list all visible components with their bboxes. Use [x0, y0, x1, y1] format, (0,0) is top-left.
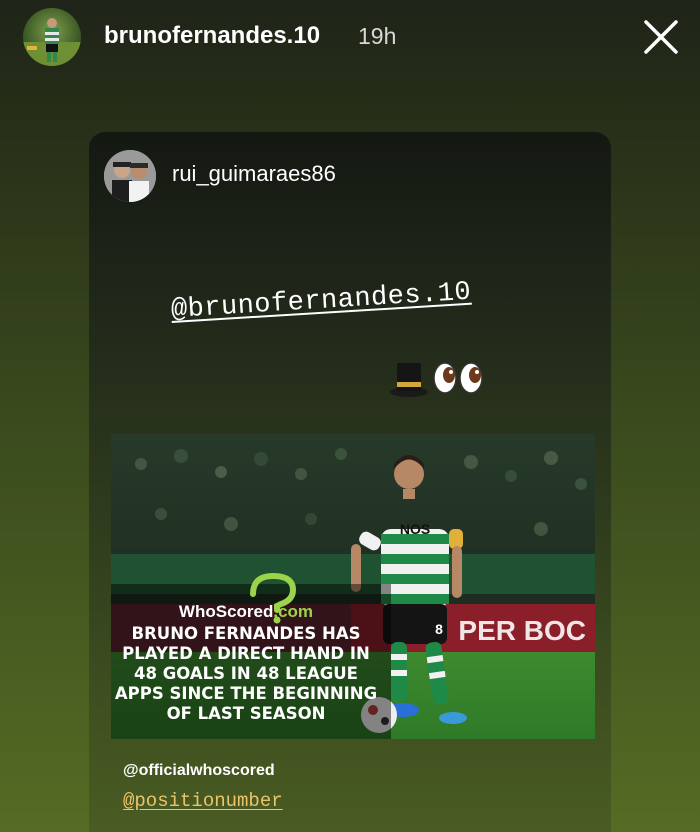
- top-hat-emoji: [390, 363, 428, 397]
- eyes-emoji: [433, 362, 483, 394]
- whoscored-overlay: WhoScored.com BRUNO FERNANDES HAS PLAYED…: [111, 602, 381, 724]
- board-text: PER BOC: [458, 615, 586, 646]
- reshared-post-card[interactable]: rui_guimaraes86 @brunofernandes.10 PER B…: [89, 132, 611, 832]
- shorts-number: 8: [435, 621, 443, 637]
- stat-headline: BRUNO FERNANDES HAS PLAYED A DIRECT HAND…: [111, 624, 381, 724]
- headline-line: 48 GOALS IN 48 LEAGUE: [134, 664, 358, 683]
- caption-mention-positionumber[interactable]: @positionumber: [123, 790, 283, 812]
- caption-mention-officialwhoscored[interactable]: @officialwhoscored: [123, 762, 275, 780]
- avatar-two-people: [104, 150, 156, 202]
- headline-line: PLAYED A DIRECT HAND IN: [122, 644, 370, 663]
- headline-line: APPS SINCE THE BEGINNING: [114, 684, 378, 703]
- story-timestamp: 19h: [358, 23, 397, 49]
- story-header: brunofernandes.10 19h: [0, 0, 700, 76]
- profile-avatar-icon[interactable]: [23, 8, 81, 66]
- shirt-text: NOS: [400, 521, 430, 537]
- mention-sticker[interactable]: @brunofernandes.10: [170, 278, 472, 326]
- headline-line: OF LAST SEASON: [166, 704, 326, 723]
- close-icon[interactable]: [642, 18, 680, 56]
- emoji-sticker: [389, 358, 489, 400]
- profile-avatar-icon[interactable]: [104, 150, 156, 202]
- headline-line: BRUNO FERNANDES HAS: [131, 624, 361, 643]
- story-username[interactable]: brunofernandes.10: [104, 22, 320, 50]
- avatar-player-figure: [23, 18, 81, 66]
- reshared-username[interactable]: rui_guimaraes86: [172, 161, 336, 187]
- post-image[interactable]: PER BOC NOS 8 WhoScored.com BRUNO FERNAN…: [111, 434, 595, 739]
- whoscored-brand: WhoScored.com: [178, 602, 314, 621]
